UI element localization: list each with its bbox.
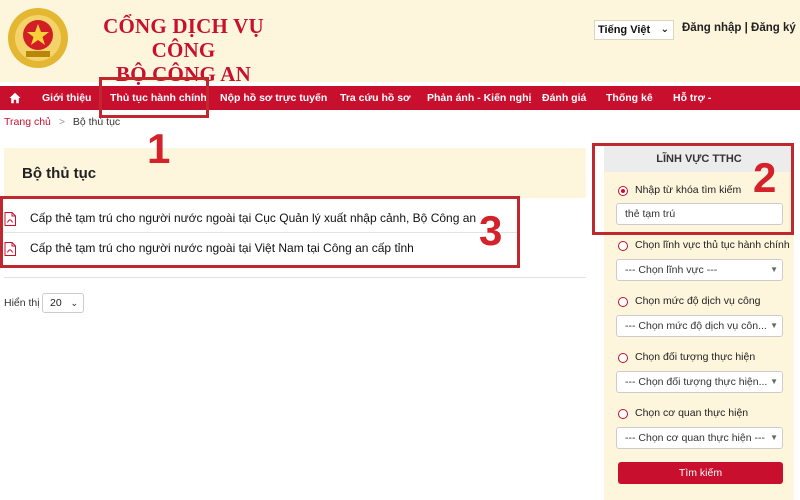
chevron-down-icon: ⌄ (660, 24, 669, 35)
login-link[interactable]: Đăng nhập (682, 22, 741, 34)
police-emblem-icon (8, 8, 68, 68)
level-select[interactable]: --- Chọn mức độ dịch vụ côn... ▼ (616, 315, 783, 337)
nav-danh-gia[interactable]: Đánh giá (542, 86, 586, 110)
field-select-value: --- Chọn lĩnh vực --- (625, 264, 718, 276)
nav-nop-ho-so[interactable]: Nộp hồ sơ trực tuyến (220, 86, 327, 110)
per-page-select[interactable]: 20 ⌄ (42, 293, 84, 313)
agency-radio[interactable] (618, 409, 628, 419)
per-page-value: 20 (50, 297, 62, 309)
site-title-line1: CỔNG DỊCH VỤ CÔNG (103, 14, 264, 62)
field-label: Chọn lĩnh vực thủ tục hành chính (635, 239, 790, 251)
level-select-value: --- Chọn mức độ dịch vụ côn... (625, 320, 767, 332)
chevron-down-icon: ▼ (770, 321, 778, 330)
nav-thong-ke[interactable]: Thống kê (606, 86, 653, 110)
subject-radio[interactable] (618, 353, 628, 363)
annotation-number-1: 1 (147, 125, 171, 172)
register-link[interactable]: Đăng ký (751, 22, 796, 34)
annotation-box-1 (99, 77, 209, 118)
content-header: Bộ thủ tục (4, 148, 586, 198)
field-radio[interactable] (618, 241, 628, 251)
site-title[interactable]: CỔNG DỊCH VỤ CÔNG BỘ CÔNG AN (86, 14, 281, 86)
agency-select-value: --- Chọn cơ quan thực hiện --- (625, 432, 765, 444)
nav-phan-anh-kien-nghi[interactable]: Phản ánh - Kiến nghị (427, 86, 531, 110)
nav-tra-cuu-ho-so[interactable]: Tra cứu hồ sơ (340, 86, 411, 110)
nav-ho-tro[interactable]: Hỗ trợ - (673, 86, 711, 110)
chevron-down-icon: ▼ (770, 433, 778, 442)
level-radio[interactable] (618, 297, 628, 307)
nav-gioi-thieu[interactable]: Giới thiệu (42, 86, 91, 110)
divider (4, 277, 586, 278)
agency-select[interactable]: --- Chọn cơ quan thực hiện --- ▼ (616, 427, 783, 449)
site-header: CỔNG DỊCH VỤ CÔNG BỘ CÔNG AN Tiếng Việt … (0, 0, 800, 86)
annotation-box-3 (0, 196, 520, 268)
language-value: Tiếng Việt (598, 24, 651, 36)
home-icon[interactable] (9, 92, 21, 104)
auth-links: Đăng nhập | Đăng ký (682, 22, 796, 34)
breadcrumb-home[interactable]: Trang chủ (4, 116, 51, 128)
annotation-number-2: 2 (753, 154, 777, 201)
chevron-down-icon: ▼ (770, 265, 778, 274)
level-label: Chọn mức độ dịch vụ công (635, 295, 761, 307)
chevron-down-icon: ▼ (770, 377, 778, 386)
subject-select[interactable]: --- Chọn đối tượng thực hiện... ▼ (616, 371, 783, 393)
search-button[interactable]: Tìm kiếm (618, 462, 783, 484)
subject-label: Chọn đối tượng thực hiện (635, 351, 756, 363)
agency-label: Chọn cơ quan thực hiện (635, 407, 749, 419)
field-select[interactable]: --- Chọn lĩnh vực --- ▼ (616, 259, 783, 281)
breadcrumb-separator: > (58, 116, 65, 128)
subject-select-value: --- Chọn đối tượng thực hiện... (625, 376, 768, 388)
page-title: Bộ thủ tục (22, 165, 97, 182)
chevron-down-icon: ⌄ (70, 298, 78, 308)
annotation-number-3: 3 (479, 207, 503, 254)
auth-separator: | (744, 22, 748, 34)
language-select[interactable]: Tiếng Việt ⌄ (594, 20, 674, 40)
per-page-label: Hiển thị (4, 297, 40, 309)
